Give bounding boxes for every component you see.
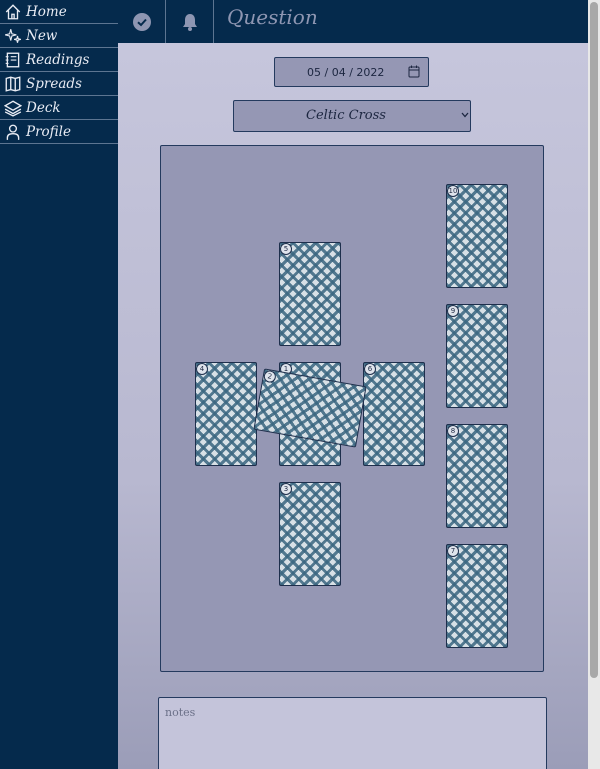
- card-number: 10: [447, 185, 459, 197]
- card-position-5[interactable]: 5: [279, 242, 341, 346]
- spread-board: 1 4 6 5 3 2 10 9 8 7: [160, 145, 544, 672]
- nav-item-label: Spreads: [26, 75, 82, 92]
- nav-item-label: Home: [26, 3, 67, 20]
- card-position-4[interactable]: 4: [195, 362, 257, 466]
- nav-item-readings[interactable]: Readings: [0, 48, 118, 72]
- nav-item-label: Deck: [26, 99, 61, 116]
- card-number: 7: [447, 545, 459, 557]
- card-number: 4: [196, 363, 208, 375]
- notes-textarea[interactable]: notes: [158, 697, 547, 769]
- person-icon: [6, 124, 20, 140]
- map-icon: [5, 75, 21, 92]
- spread-value: Celtic Cross: [306, 108, 386, 123]
- card-position-10[interactable]: 10: [446, 184, 508, 288]
- sidebar: Home New Readings Spreads Deck Profile: [0, 0, 118, 769]
- reading-date-input[interactable]: 05 / 04 / 2022: [274, 57, 429, 87]
- card-number: 8: [447, 425, 459, 437]
- confirm-button[interactable]: [118, 0, 166, 43]
- calendar-icon[interactable]: [408, 65, 420, 78]
- card-position-2[interactable]: 2: [253, 368, 367, 448]
- page-title: Question: [227, 5, 318, 29]
- date-value: 05 / 04 / 2022: [307, 66, 385, 79]
- notes-placeholder: notes: [165, 706, 196, 719]
- chevron-down-icon: [461, 112, 469, 118]
- card-position-9[interactable]: 9: [446, 304, 508, 408]
- top-header: Question: [118, 0, 588, 43]
- card-number: 9: [447, 305, 459, 317]
- notifications-button[interactable]: [166, 0, 214, 43]
- card-position-3[interactable]: 3: [279, 482, 341, 586]
- check-circle-icon: [132, 12, 151, 31]
- nav-item-profile[interactable]: Profile: [0, 120, 118, 144]
- card-number: 5: [280, 243, 292, 255]
- nav-item-new[interactable]: New: [0, 24, 118, 48]
- sparkle-icon: [4, 28, 22, 43]
- nav-item-label: New: [26, 27, 58, 44]
- spread-select[interactable]: Celtic Cross: [233, 100, 471, 132]
- layers-icon: [4, 99, 22, 117]
- scrollbar-thumb[interactable]: [590, 2, 598, 678]
- card-position-6[interactable]: 6: [363, 362, 425, 466]
- card-number: 3: [280, 483, 292, 495]
- nav-item-label: Profile: [26, 123, 71, 140]
- card-position-8[interactable]: 8: [446, 424, 508, 528]
- journal-icon: [5, 52, 20, 67]
- nav-item-home[interactable]: Home: [0, 0, 118, 24]
- nav-item-deck[interactable]: Deck: [0, 96, 118, 120]
- bell-icon: [182, 13, 197, 31]
- card-number: 6: [364, 363, 376, 375]
- card-number: 2: [262, 369, 277, 384]
- home-icon: [5, 3, 21, 19]
- card-position-7[interactable]: 7: [446, 544, 508, 648]
- nav-item-spreads[interactable]: Spreads: [0, 72, 118, 96]
- nav-item-label: Readings: [26, 51, 90, 68]
